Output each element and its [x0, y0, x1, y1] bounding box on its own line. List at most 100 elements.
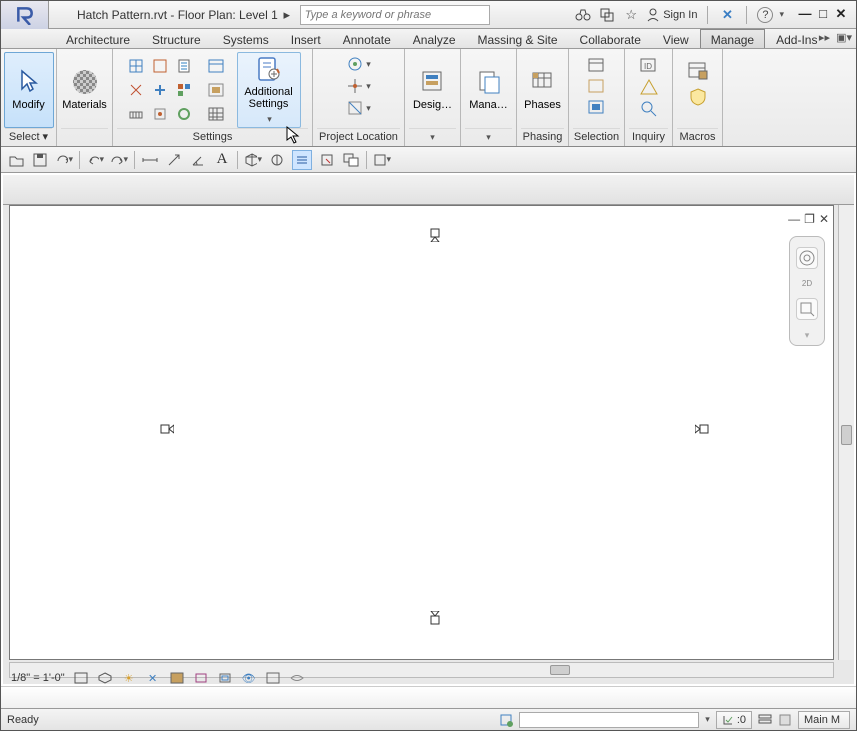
vertical-scrollbar[interactable] — [838, 205, 854, 660]
elevation-marker-south[interactable] — [428, 611, 442, 625]
tab-analyze[interactable]: Analyze — [402, 29, 467, 48]
search-input[interactable] — [300, 5, 490, 25]
maximize-button[interactable]: □ — [814, 8, 832, 22]
search-box[interactable] — [300, 5, 570, 25]
favorite-icon[interactable]: ☆ — [622, 6, 640, 24]
view-min-icon[interactable]: — — [788, 212, 800, 226]
sun-path-icon[interactable]: ☀ — [121, 671, 137, 685]
tab-systems[interactable]: Systems — [212, 29, 280, 48]
h-scroll-thumb[interactable] — [550, 665, 570, 675]
shared-param-icon[interactable] — [125, 79, 147, 101]
steering-wheel-icon[interactable] — [796, 247, 818, 269]
review-icon[interactable] — [639, 99, 659, 117]
snap-icon[interactable] — [149, 55, 171, 77]
exchange-icon[interactable]: ✕ — [718, 6, 736, 24]
sel-save-icon[interactable] — [587, 99, 607, 117]
hide-icon[interactable]: 👁 — [241, 671, 257, 685]
undo-icon[interactable]: ▾ — [86, 151, 104, 169]
mep-icon[interactable] — [173, 103, 195, 125]
elevation-marker-east[interactable] — [695, 422, 709, 436]
coordinates-button[interactable]: ▾ — [346, 77, 371, 95]
redo-icon[interactable]: ▾ — [110, 151, 128, 169]
shadows-icon[interactable]: ✕ — [145, 671, 161, 685]
customize-icon[interactable]: ▾ — [373, 151, 391, 169]
switch-win-icon[interactable] — [342, 151, 360, 169]
panel-sched-icon[interactable] — [201, 103, 231, 125]
communicate-icon[interactable] — [598, 6, 616, 24]
macro-mgr-icon[interactable] — [687, 61, 709, 81]
angle-icon[interactable] — [189, 151, 207, 169]
v-scroll-thumb[interactable] — [841, 425, 852, 445]
measure-icon[interactable] — [141, 151, 159, 169]
location-button[interactable]: ▾ — [346, 55, 371, 73]
help-dropdown[interactable]: ▾ — [779, 9, 784, 20]
view-close-icon[interactable]: ✕ — [819, 212, 829, 226]
manage-project-button[interactable]: Mana… — [464, 52, 514, 128]
recent-docs-icon[interactable]: ▸ — [278, 6, 296, 24]
close-button[interactable]: ✕ — [832, 8, 850, 22]
render-icon[interactable] — [169, 671, 185, 685]
purge-icon[interactable] — [173, 79, 195, 101]
struct-icon[interactable] — [149, 103, 171, 125]
tab-annotate[interactable]: Annotate — [332, 29, 402, 48]
open-icon[interactable] — [7, 151, 25, 169]
tab-view[interactable]: View — [652, 29, 700, 48]
workset-dropdown[interactable]: ▾ — [705, 714, 710, 725]
editable-only-icon[interactable] — [778, 713, 792, 727]
elevation-marker-north[interactable] — [428, 228, 442, 242]
tab-collaborate[interactable]: Collaborate — [569, 29, 652, 48]
model-group-selector[interactable]: Main M — [798, 711, 850, 729]
save-icon[interactable] — [31, 151, 49, 169]
crop-icon[interactable] — [193, 671, 209, 685]
3d-icon[interactable]: ▾ — [244, 151, 262, 169]
section-icon[interactable] — [268, 151, 286, 169]
design-options-button[interactable]: Desig… — [408, 52, 458, 128]
crop-region-icon[interactable] — [217, 671, 233, 685]
ids-icon[interactable]: ID — [639, 57, 659, 75]
text-icon[interactable]: A — [213, 151, 231, 169]
binoculars-icon[interactable] — [574, 6, 592, 24]
detail-level-icon[interactable] — [73, 671, 89, 685]
tab-structure[interactable]: Structure — [141, 29, 212, 48]
align-icon[interactable] — [165, 151, 183, 169]
phases-button[interactable]: Phases — [518, 52, 568, 128]
macro-sec-icon[interactable] — [687, 87, 709, 107]
temp-hide-icon[interactable] — [265, 671, 281, 685]
manage-expand[interactable]: ▾ — [486, 132, 491, 142]
tab-insert[interactable]: Insert — [280, 29, 332, 48]
drawing-canvas[interactable]: — ❐ ✕ 2D ▾ — [9, 205, 834, 660]
app-logo[interactable] — [1, 1, 49, 29]
worksets-icon[interactable] — [499, 713, 513, 727]
ribbon-tail-controls[interactable]: ▸▸ ▣▾ — [819, 31, 852, 44]
proj-param-icon[interactable] — [201, 55, 231, 77]
sign-in[interactable]: Sign In — [646, 8, 697, 22]
panel-select-label[interactable]: Select ▾ — [5, 128, 52, 146]
tab-architecture[interactable]: Architecture — [55, 29, 141, 48]
minimize-button[interactable]: — — [796, 8, 814, 22]
filter-icon[interactable] — [758, 713, 772, 727]
navigation-bar[interactable]: 2D ▾ — [789, 236, 825, 346]
close-hidden-icon[interactable] — [318, 151, 336, 169]
elevation-marker-west[interactable] — [160, 422, 174, 436]
sel-edit-icon[interactable] — [587, 78, 607, 96]
obj-styles-icon[interactable] — [125, 55, 147, 77]
zoom-region-icon[interactable] — [796, 298, 818, 320]
position-button[interactable]: ▾ — [346, 99, 371, 117]
additional-settings-button[interactable]: Additional Settings ▾ — [237, 52, 301, 128]
scale-value[interactable]: 1/8" = 1'-0" — [11, 672, 65, 684]
global-param-icon[interactable] — [201, 79, 231, 101]
transfer-icon[interactable] — [149, 79, 171, 101]
selection-count[interactable]: :0 — [716, 711, 752, 729]
visual-style-icon[interactable] — [97, 671, 113, 685]
warnings-icon[interactable] — [639, 78, 659, 96]
units-icon[interactable] — [125, 103, 147, 125]
tab-massing-site[interactable]: Massing & Site — [467, 29, 569, 48]
design-expand[interactable]: ▾ — [430, 132, 435, 142]
sync-icon[interactable]: ▾ — [55, 151, 73, 169]
thin-lines-icon[interactable] — [292, 150, 312, 170]
help-icon[interactable]: ? — [757, 7, 773, 23]
proj-info-icon[interactable] — [173, 55, 195, 77]
sel-load-icon[interactable] — [587, 57, 607, 75]
reveal-icon[interactable] — [289, 671, 305, 685]
view-restore-icon[interactable]: ❐ — [804, 212, 815, 226]
